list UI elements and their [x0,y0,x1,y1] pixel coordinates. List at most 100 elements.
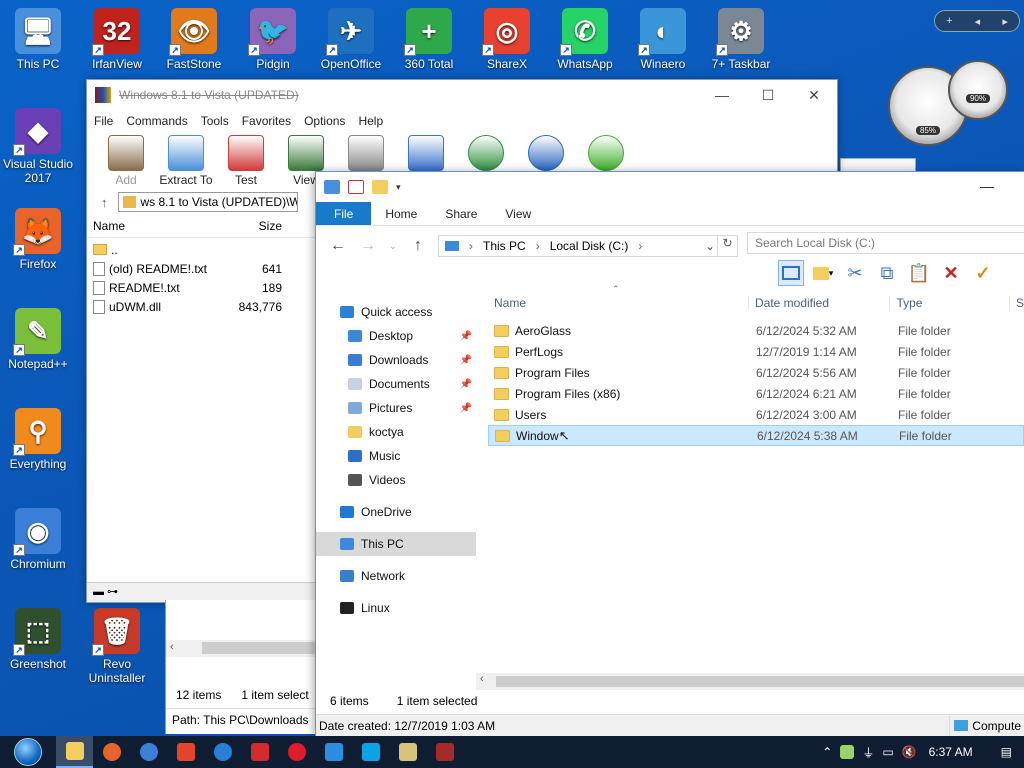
desktop-icon[interactable]: ◉ ↗ Chromium [0,508,76,572]
file-row[interactable]: Window ↖ 6/12/2024 5:38 AM File folder [488,425,1024,446]
volume-muted-icon[interactable]: 🔇 [902,745,917,759]
taskbar-app-notepad[interactable] [389,736,426,768]
desktop-icon[interactable]: 32 ↗ IrfanView [79,8,155,72]
taskbar-app-chromium[interactable] [130,736,167,768]
cut-icon[interactable]: ✂ [842,260,868,286]
column-date-modified[interactable]: Date modified [749,295,891,310]
horizontal-scrollbar[interactable]: ‹ [166,640,326,657]
menu-item[interactable]: Options [304,114,345,128]
chevron-down-icon[interactable]: ▾ [396,182,401,193]
pin-icon[interactable]: 📌 [460,355,472,366]
address-dropdown-icon[interactable]: ⌄ [705,239,715,253]
nav-item[interactable]: Videos [316,468,476,492]
tray-chevron-icon[interactable]: ⌃ [822,745,832,759]
file-row[interactable]: Program Files 6/12/2024 5:56 AM File folde… [488,362,1024,383]
taskbar-app-opera[interactable] [278,736,315,768]
nav-item[interactable]: Network [316,564,476,588]
pin-icon[interactable]: 📌 [460,403,472,414]
nav-item[interactable]: Pictures 📌 [316,396,476,420]
taskbar-app-thunderbird[interactable] [204,736,241,768]
recent-chevron-icon[interactable]: ⌄ [388,241,398,252]
nav-item[interactable]: koctya [316,420,476,444]
taskbar-app-wps[interactable] [241,736,278,768]
taskbar-app-bluetooth-app[interactable] [315,736,352,768]
file-row[interactable]: Users 6/12/2024 3:00 AM File folder [488,404,1024,425]
desktop-icon[interactable]: + ↗ 360 Total [391,8,467,72]
back-icon[interactable]: ← [328,237,348,255]
toolbar-button[interactable]: Test [219,135,273,187]
taskbar-app-brave[interactable] [167,736,204,768]
menu-item[interactable]: Favorites [242,114,291,128]
tray-plug-icon[interactable]: ⏚ [862,744,874,761]
pin-icon[interactable]: 📌 [460,331,472,342]
copy-icon[interactable]: ⧉ [874,260,900,286]
menu-item[interactable]: Commands [126,114,187,128]
nav-item[interactable]: This PC [316,532,476,556]
up-arrow-icon[interactable]: ↑ [101,195,108,210]
column-name[interactable]: Name [87,219,207,233]
horizontal-scrollbar[interactable]: ‹ [476,673,1024,690]
search-input[interactable]: Search Local Disk (C:) [747,232,1024,254]
preview-pane-icon[interactable] [778,260,804,286]
toolbar-button[interactable] [579,135,633,173]
ribbon-tab[interactable]: Share [431,202,491,225]
up-icon[interactable]: ↑ [408,237,428,255]
scroll-left-icon[interactable]: ‹ [480,673,484,685]
nav-item[interactable]: Quick access [316,300,476,324]
explorer-window[interactable]: ▾ — File Home Share View ← → ⌄ ↑ › This PC … [315,171,1024,737]
start-button[interactable] [0,736,56,768]
toolbar-button[interactable] [519,135,573,173]
menu-item[interactable]: Help [358,114,383,128]
nav-item[interactable]: Desktop 📌 [316,324,476,348]
menu-item[interactable]: Tools [201,114,229,128]
next-icon[interactable]: ▸ [1002,15,1008,28]
desktop-icon[interactable]: ◆ ↗ Visual Studio 2017 [0,108,76,187]
toolbar-button[interactable]: Extract To [159,135,213,187]
nav-item[interactable]: Documents 📌 [316,372,476,396]
desktop-icon[interactable]: ⬚ ↗ Greenshot [0,608,76,672]
view-options-icon[interactable]: ▾ [810,260,836,286]
ribbon-tab[interactable]: Home [371,202,431,225]
cpu-meter-gadget[interactable]: 85% 90% [888,60,1018,148]
network-icon[interactable]: ▭ [882,745,893,759]
desktop-icon[interactable]: 🐦 ↗ Pidgin [235,8,311,72]
breadcrumb-this-pc[interactable]: This PC [483,239,526,253]
scroll-thumb[interactable] [202,642,322,654]
paste-icon[interactable]: 📋 [906,260,932,286]
explorer-titlebar[interactable]: ▾ — [316,172,1024,202]
menu-item[interactable]: File [94,114,113,128]
desktop-icon[interactable]: ✎ ↗ Notepad++ [0,308,76,372]
taskbar-app-firefox[interactable] [93,736,130,768]
desktop-icon[interactable]: ⚲ ↗ Everything [0,408,76,472]
winrar-titlebar[interactable]: Windows 8.1 to Vista (UPDATED) — ☐ ✕ [87,80,837,110]
desktop-icon[interactable]: ✈ ↗ OpenOffice [313,8,389,72]
scroll-thumb[interactable] [496,676,1024,687]
column-name[interactable]: Name [488,295,749,310]
toolbar-button[interactable] [339,135,393,173]
taskbar-app-skype[interactable] [352,736,389,768]
column-size[interactable]: S [1010,296,1024,310]
clock[interactable]: 6:37 AM [929,745,973,759]
forward-icon[interactable]: → [358,237,378,255]
desktop-icon[interactable]: ✆ ↗ WhatsApp [547,8,623,72]
downloads-window[interactable]: ‹ 12 items 1 item select Path: This PC\D… [165,600,326,734]
nav-item[interactable]: Downloads 📌 [316,348,476,372]
tray-app-icon[interactable] [840,745,855,759]
nav-item[interactable]: Music [316,444,476,468]
desktop-icon[interactable]: 🗑 ↗ Revo Uninstaller [79,608,155,687]
refresh-icon[interactable]: ↻ [717,236,737,256]
taskbar-app-explorer[interactable] [56,736,93,768]
column-size[interactable]: Size [207,219,282,233]
scroll-left-icon[interactable]: ‹ [170,641,174,653]
desktop-icon[interactable]: ◎ ↗ ShareX [469,8,545,72]
minimize-button[interactable]: — [699,80,745,110]
toolbar-button[interactable] [399,135,453,173]
column-type[interactable]: Type [890,295,1010,310]
ribbon-tab[interactable]: View [491,202,545,225]
pin-icon[interactable]: 📌 [460,379,472,390]
gadget-arrange-buttons[interactable]: + ◂ ▸ [934,10,1020,32]
checkmark-icon[interactable]: ✓ [970,260,996,286]
properties-icon[interactable] [348,180,364,194]
plus-icon[interactable]: + [946,15,952,27]
prev-icon[interactable]: ◂ [975,15,981,28]
